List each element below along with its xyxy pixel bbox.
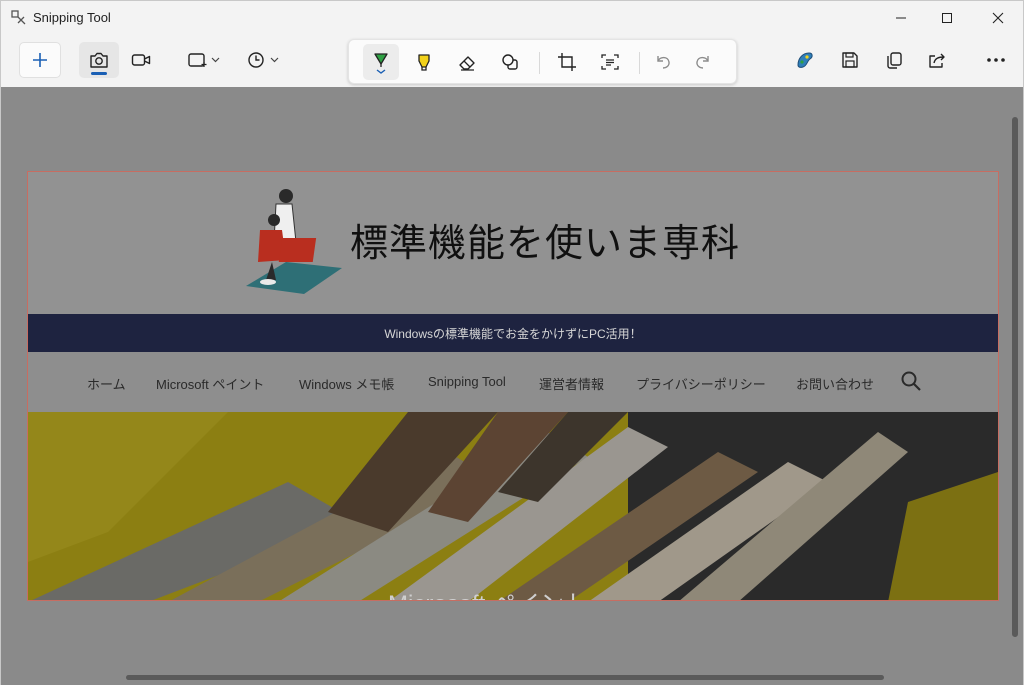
horizontal-scrollbar[interactable]: [126, 675, 884, 680]
close-icon: [992, 12, 1004, 24]
share-icon: [929, 53, 945, 68]
toolbar-divider: [539, 52, 540, 74]
nav-item-privacy[interactable]: プライバシーポリシー: [636, 374, 766, 393]
site-title: 標準機能を使いま専科: [350, 221, 741, 265]
save-button[interactable]: [832, 42, 868, 78]
snipping-tool-app-icon: [11, 10, 27, 26]
undo-button[interactable]: [645, 44, 681, 80]
shapes-button[interactable]: [492, 44, 528, 80]
ballpoint-pen-button[interactable]: [363, 44, 399, 80]
share-button[interactable]: [919, 42, 955, 78]
paintbrushes-image: [28, 412, 998, 600]
close-button[interactable]: [975, 1, 1021, 35]
site-nav: ホーム Microsoft ペイント Windows メモ帳 Snipping …: [28, 352, 998, 412]
crop-icon: [558, 53, 576, 71]
shapes-icon: [502, 54, 518, 70]
window-title: Snipping Tool: [33, 10, 111, 25]
highlighter-button[interactable]: [406, 44, 442, 80]
highlighter-icon: [418, 54, 430, 71]
camera-icon: [90, 52, 108, 68]
crop-button[interactable]: [549, 44, 585, 80]
tagline-bar: Windowsの標準機能でお金をかけずにPC活用！: [28, 314, 998, 352]
nav-item-notepad[interactable]: Windows メモ帳: [299, 374, 394, 393]
maximize-icon: [942, 13, 952, 23]
title-bar: Snipping Tool: [1, 1, 1023, 35]
minimize-button[interactable]: [878, 1, 924, 35]
nav-item-home[interactable]: ホーム: [87, 374, 126, 393]
nav-item-contact[interactable]: お問い合わせ: [796, 374, 874, 393]
snip-shape-dropdown[interactable]: [181, 42, 227, 78]
plus-icon: [33, 53, 47, 67]
paint-icon: [797, 52, 813, 68]
rectangle-snip-icon: [188, 53, 220, 67]
save-icon: [842, 52, 858, 68]
markup-toolbar: [348, 39, 737, 84]
snip-canvas[interactable]: 標準機能を使いま専科 Windowsの標準機能でお金をかけずにPC活用！ ホーム…: [1, 87, 1023, 685]
minimize-icon: [896, 17, 906, 19]
snip-delay-dropdown[interactable]: [241, 42, 287, 78]
copy-button[interactable]: [876, 42, 912, 78]
clock-icon: [248, 52, 279, 68]
pen-icon: [374, 53, 388, 74]
edit-in-paint-button[interactable]: [787, 42, 823, 78]
nav-item-snipping-tool[interactable]: Snipping Tool: [428, 374, 506, 389]
nav-item-paint[interactable]: Microsoft ペイント: [156, 374, 264, 393]
redo-button[interactable]: [685, 44, 721, 80]
vertical-scrollbar[interactable]: [1012, 117, 1018, 637]
video-mode-button[interactable]: [123, 42, 159, 78]
text-actions-button[interactable]: [592, 44, 628, 80]
video-camera-icon: [131, 54, 151, 66]
more-icon: [987, 58, 1005, 62]
selected-indicator: [91, 72, 107, 75]
new-snip-button[interactable]: [19, 42, 61, 78]
eraser-button[interactable]: [449, 44, 485, 80]
hero-image: Microsoft ペイント: [28, 412, 998, 600]
search-icon[interactable]: [900, 370, 922, 392]
text-actions-icon: [601, 54, 619, 70]
toolbar: [1, 35, 1023, 87]
maximize-button[interactable]: [924, 1, 970, 35]
copy-icon: [887, 52, 902, 69]
more-options-button[interactable]: [978, 42, 1014, 78]
eraser-icon: [459, 56, 475, 71]
redo-icon: [696, 56, 709, 69]
site-illustration: [246, 189, 342, 294]
screenshot-mode-button[interactable]: [79, 42, 119, 78]
site-tagline: Windowsの標準機能でお金をかけずにPC活用！: [384, 326, 642, 341]
undo-icon: [657, 56, 670, 69]
nav-item-about[interactable]: 運営者情報: [539, 374, 604, 393]
snipping-tool-window: Snipping Tool 標準機能を使いま専科 Windowsの標準機能でお金…: [0, 0, 1024, 685]
captured-screenshot[interactable]: 標準機能を使いま専科 Windowsの標準機能でお金をかけずにPC活用！ ホーム…: [27, 171, 999, 601]
site-header: 標準機能を使いま専科: [28, 172, 998, 314]
hero-title: Microsoft ペイント: [388, 584, 588, 600]
toolbar-divider: [639, 52, 640, 74]
